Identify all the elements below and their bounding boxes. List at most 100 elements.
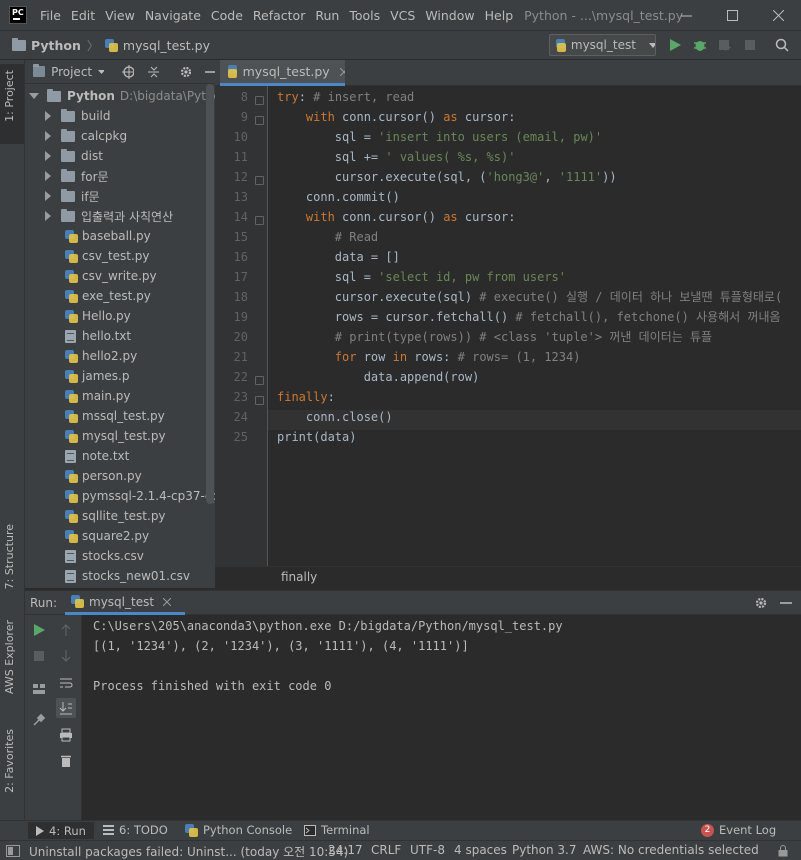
menu-window[interactable]: Window — [420, 8, 479, 23]
python-console-tool-tab[interactable]: Python Console — [185, 823, 292, 837]
stop-icon[interactable] — [33, 650, 45, 662]
stop-icon[interactable] — [743, 38, 757, 52]
pin-icon[interactable] — [32, 713, 46, 727]
event-log-tool-tab[interactable]: 2 Event Log — [701, 823, 776, 837]
trash-icon[interactable] — [60, 754, 72, 768]
tree-file[interactable]: stocks_new01.csv — [65, 566, 190, 586]
scroll-up-icon[interactable] — [60, 623, 72, 637]
tree-folder[interactable]: if문 — [45, 186, 100, 206]
restore-layout-icon[interactable] — [32, 682, 46, 696]
coverage-icon[interactable] — [718, 38, 732, 52]
status-toggle-icon[interactable] — [6, 845, 20, 860]
indent-setting[interactable]: 4 spaces — [454, 843, 507, 857]
caret-position[interactable]: 24:17 — [328, 843, 363, 857]
editor-tab-mysql-test[interactable]: mysql_test.py — [220, 60, 345, 86]
tree-file[interactable]: square2.py — [65, 526, 149, 546]
fold-marker-icon[interactable] — [255, 216, 264, 225]
tree-folder[interactable]: calcpkg — [45, 126, 127, 146]
favorites-tool-tab[interactable]: 2: Favorites — [0, 725, 24, 815]
scroll-to-end-button[interactable] — [56, 698, 76, 718]
aws-explorer-tool-tab[interactable]: AWS Explorer — [0, 616, 24, 706]
minimize-button[interactable] — [663, 0, 709, 30]
tree-folder[interactable]: build — [45, 106, 111, 126]
gear-icon[interactable] — [754, 596, 768, 610]
fold-marker-icon[interactable] — [255, 376, 264, 385]
tree-file[interactable]: person.py — [65, 466, 142, 486]
run-tool-tab[interactable]: 4: Run — [28, 822, 94, 839]
menu-refactor[interactable]: Refactor — [248, 8, 310, 23]
code-editor[interactable]: try: # insert, read with conn.cursor() a… — [268, 86, 801, 566]
tree-file[interactable]: hello2.py — [65, 346, 137, 366]
tree-file[interactable]: stocks.csv — [65, 546, 144, 566]
rerun-icon[interactable] — [32, 623, 46, 637]
project-scrollbar[interactable] — [206, 84, 214, 504]
tree-file[interactable]: mssql_test.py — [65, 406, 165, 426]
tree-folder[interactable]: dist — [45, 146, 103, 166]
tree-root[interactable]: Python D:\bigdata\Python — [29, 86, 228, 106]
tree-file[interactable]: baseball.py — [65, 226, 151, 246]
menu-view[interactable]: View — [100, 8, 140, 23]
tree-file[interactable]: mysql_test.py — [65, 426, 166, 446]
fold-marker-icon[interactable] — [255, 96, 264, 105]
line-separator[interactable]: CRLF — [371, 843, 401, 857]
python-interpreter[interactable]: Python 3.7 — [512, 843, 577, 857]
close-tab-icon[interactable] — [339, 67, 345, 76]
tree-file[interactable]: main.py — [65, 386, 131, 406]
structure-tool-tab[interactable]: 7: Structure — [0, 520, 24, 600]
lock-icon[interactable] — [778, 845, 788, 860]
tree-file[interactable]: exe_test.py — [65, 286, 151, 306]
editor-scrollbar[interactable] — [794, 86, 801, 566]
file-encoding[interactable]: UTF-8 — [410, 843, 445, 857]
python-console-tool-tab-label: Python Console — [203, 823, 293, 837]
tree-file[interactable]: pymssql-2.1.4-cp37-cp3 — [65, 486, 227, 506]
todo-tool-tab[interactable]: 6: TODO — [103, 823, 168, 837]
menu-tools[interactable]: Tools — [344, 8, 385, 23]
run-icon[interactable] — [668, 38, 682, 52]
python-file-icon — [65, 529, 78, 543]
aws-credentials[interactable]: AWS: No credentials selected — [583, 843, 759, 857]
gear-icon[interactable] — [179, 65, 191, 79]
soft-wrap-icon[interactable] — [59, 676, 73, 690]
menu-code[interactable]: Code — [206, 8, 248, 23]
menu-help[interactable]: Help — [480, 8, 519, 23]
fold-marker-icon[interactable] — [255, 396, 264, 405]
breadcrumb-file[interactable]: mysql_test.py — [104, 38, 210, 53]
tree-file[interactable]: Hello.py — [65, 306, 131, 326]
close-button[interactable] — [755, 0, 801, 30]
terminal-tool-tab[interactable]: Terminal — [304, 823, 370, 837]
breadcrumb-project[interactable]: Python — [12, 37, 81, 53]
tree-folder[interactable]: 입출력과 사칙연산 — [45, 206, 173, 226]
menu-edit[interactable]: Edit — [66, 8, 100, 23]
locate-icon[interactable] — [122, 64, 135, 79]
run-tab[interactable]: mysql_test — [65, 591, 185, 615]
tree-file[interactable]: csv_test.py — [65, 246, 150, 266]
collapse-all-icon[interactable] — [148, 65, 159, 79]
run-configuration-select[interactable]: mysql_test — [549, 34, 656, 56]
project-tool-tab[interactable]: 1: Project — [0, 64, 24, 144]
editor-breadcrumb[interactable]: finally — [281, 570, 317, 584]
menu-file[interactable]: File — [35, 8, 66, 23]
debug-icon[interactable] — [693, 38, 707, 52]
project-view-select[interactable]: Project — [51, 65, 92, 79]
run-console-output[interactable]: C:\Users\205\anaconda3\python.exe D:/big… — [83, 615, 801, 820]
tree-file[interactable]: csv_write.py — [65, 266, 157, 286]
status-message[interactable]: Uninstall packages failed: Uninst... (to… — [29, 843, 348, 860]
maximize-button[interactable] — [709, 0, 755, 30]
close-tab-icon[interactable] — [163, 597, 172, 606]
menu-run[interactable]: Run — [310, 8, 344, 23]
print-icon[interactable] — [59, 728, 73, 742]
hide-panel-icon[interactable] — [780, 596, 792, 610]
tree-folder[interactable]: for문 — [45, 166, 109, 186]
fold-marker-icon[interactable] — [255, 116, 264, 125]
hide-panel-icon[interactable] — [204, 65, 215, 79]
fold-marker-icon[interactable] — [255, 176, 264, 185]
scroll-down-icon[interactable] — [60, 649, 72, 663]
search-everywhere-icon[interactable] — [775, 38, 789, 52]
tree-file[interactable]: note.txt — [65, 446, 129, 466]
tree-file[interactable]: hello.txt — [65, 326, 131, 346]
menu-vcs[interactable]: VCS — [385, 8, 420, 23]
menu-navigate[interactable]: Navigate — [140, 8, 206, 23]
line-number: 24 — [233, 410, 248, 424]
tree-file[interactable]: sqllite_test.py — [65, 506, 166, 526]
tree-file[interactable]: james.p — [65, 366, 129, 386]
